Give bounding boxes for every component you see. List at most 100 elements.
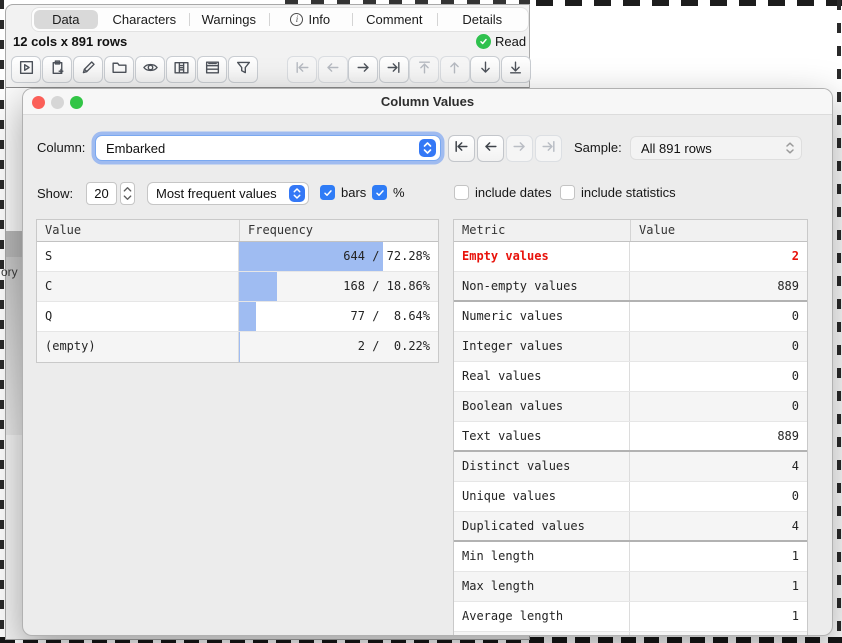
move-left-end-button [287, 56, 317, 83]
checkbox-bars[interactable]: bars [320, 185, 366, 200]
columns-icon [173, 59, 190, 81]
edit-icon [80, 59, 97, 81]
include-dates-checkbox-box[interactable] [454, 185, 469, 200]
metric-value-cell: 889 [630, 422, 807, 450]
metric-cell: Distinct values [454, 452, 630, 481]
metric-table-row[interactable]: Real values0 [454, 362, 807, 392]
order-select[interactable]: Most frequent values [147, 182, 309, 205]
first-column-button[interactable] [448, 135, 475, 162]
dialog-title: Column Values [23, 94, 832, 109]
metric-cell: Text values [454, 422, 630, 450]
column-label: Column: [37, 140, 85, 155]
frequency-bar [239, 272, 277, 301]
value-table-row[interactable]: S644 / 72.28% [37, 242, 438, 272]
left-arrow-icon [482, 138, 499, 160]
show-count-input[interactable]: 20 [86, 182, 117, 205]
tab-warnings[interactable]: Warnings [189, 8, 269, 31]
columns-button[interactable] [166, 56, 196, 83]
checkbox-include-statistics[interactable]: include statistics [560, 185, 676, 200]
table-header: Value Frequency [37, 220, 438, 242]
percent-checkbox-box[interactable] [372, 185, 387, 200]
metric-value-cell: 1 [630, 572, 807, 601]
metric-table-row[interactable]: Distinct values4 [454, 452, 807, 482]
down-bar-arrow-icon [507, 59, 524, 81]
last-column-button [535, 135, 562, 162]
metric-table: Metric Value Empty values2Non-empty valu… [453, 219, 808, 636]
rows-button[interactable] [197, 56, 227, 83]
metric-cell: Duplicated values [454, 512, 630, 540]
prev-column-button[interactable] [477, 135, 504, 162]
metric-table-row[interactable]: Max length1 [454, 572, 807, 602]
percent-checkbox-label: % [393, 185, 405, 200]
order-select-value: Most frequent values [148, 186, 289, 201]
bars-checkbox-box[interactable] [320, 185, 335, 200]
frequency-text: 644 / 72.28% [343, 242, 430, 271]
move-right-end-button[interactable] [379, 56, 409, 83]
tab-bar: Data CharactersWarningsiInfo Comment Detail… [31, 7, 529, 32]
metric-cell: Integer values [454, 332, 630, 361]
value-frequency-table: Value Frequency S644 / 72.28%C168 / 18.8… [36, 219, 439, 363]
tab-info[interactable]: iInfo [269, 8, 352, 31]
checkbox-include-dates[interactable]: include dates [454, 185, 552, 200]
clipped-label-fragment: ory [1, 265, 18, 279]
move-top-button [409, 56, 439, 83]
sample-select[interactable]: All 891 rows [630, 136, 802, 160]
edit-button[interactable] [73, 56, 103, 83]
metric-table-row[interactable]: Numeric values0 [454, 302, 807, 332]
tab-data[interactable]: Data [34, 10, 98, 29]
metric-value-cell: 4 [630, 512, 807, 540]
value-column-header: Value [37, 220, 239, 241]
metric-table-row[interactable]: Average length1 [454, 602, 807, 632]
value-table-row[interactable]: C168 / 18.86% [37, 272, 438, 302]
value-table-row[interactable]: (empty)2 / 0.22% [37, 332, 438, 362]
rows-icon [204, 59, 221, 81]
value-cell: Q [37, 302, 239, 331]
tab-separator [352, 13, 353, 26]
frequency-text: 77 / 8.64% [351, 302, 430, 331]
tab-separator [189, 13, 190, 26]
right-bar-arrow-icon [540, 138, 557, 160]
metric-value-cell: 889 [630, 272, 807, 300]
metric-table-row[interactable]: Boolean values0 [454, 392, 807, 422]
tab-separator [269, 13, 270, 26]
grid-dimensions-label: 12 cols x 891 rows [13, 34, 127, 49]
metric-table-row[interactable]: Non-empty values889 [454, 272, 807, 302]
metric-table-row[interactable]: Empty values2 [454, 242, 807, 272]
tab-label: Data [52, 12, 79, 27]
view-button[interactable] [135, 56, 165, 83]
metric-table-row[interactable]: Unique values0 [454, 482, 807, 512]
metric-table-row[interactable]: Duplicated values4 [454, 512, 807, 542]
checkbox-percent[interactable]: % [372, 185, 405, 200]
metric-table-row[interactable]: Min length1 [454, 542, 807, 572]
move-down-button[interactable] [470, 56, 500, 83]
show-count-stepper[interactable] [120, 182, 135, 205]
filter-icon [235, 59, 252, 81]
tab-details[interactable]: Details [437, 8, 528, 31]
paste-button[interactable] [42, 56, 72, 83]
column-select[interactable]: Embarked [95, 135, 441, 161]
check-circle-icon [476, 34, 491, 49]
dialog-titlebar[interactable]: Column Values [23, 89, 832, 115]
tab-characters[interactable]: Characters [100, 8, 189, 31]
tab-label: Comment [366, 12, 422, 27]
include-statistics-checkbox-box[interactable] [560, 185, 575, 200]
folder-button[interactable] [104, 56, 134, 83]
metric-table-row[interactable]: Text values889 [454, 422, 807, 452]
run-button[interactable] [11, 56, 41, 83]
right-bar-arrow-icon [385, 59, 402, 81]
filter-button[interactable] [228, 56, 258, 83]
tab-comment[interactable]: Comment [352, 8, 436, 31]
metric-cell: Numeric values [454, 302, 630, 331]
clipped-text-fragment [837, 0, 841, 643]
metric-table-row[interactable]: Integer values0 [454, 332, 807, 362]
up-arrow-icon [446, 59, 463, 81]
move-up-button [440, 56, 470, 83]
value-table-row[interactable]: Q 77 / 8.64% [37, 302, 438, 332]
read-status: Read [476, 34, 526, 49]
tab-label: Info [308, 12, 330, 27]
move-right-button[interactable] [348, 56, 378, 83]
metric-value-cell: 0 [630, 302, 807, 331]
metric-value-cell: 0 [630, 392, 807, 421]
move-bottom-button[interactable] [501, 56, 531, 83]
up-bar-arrow-icon [416, 59, 433, 81]
